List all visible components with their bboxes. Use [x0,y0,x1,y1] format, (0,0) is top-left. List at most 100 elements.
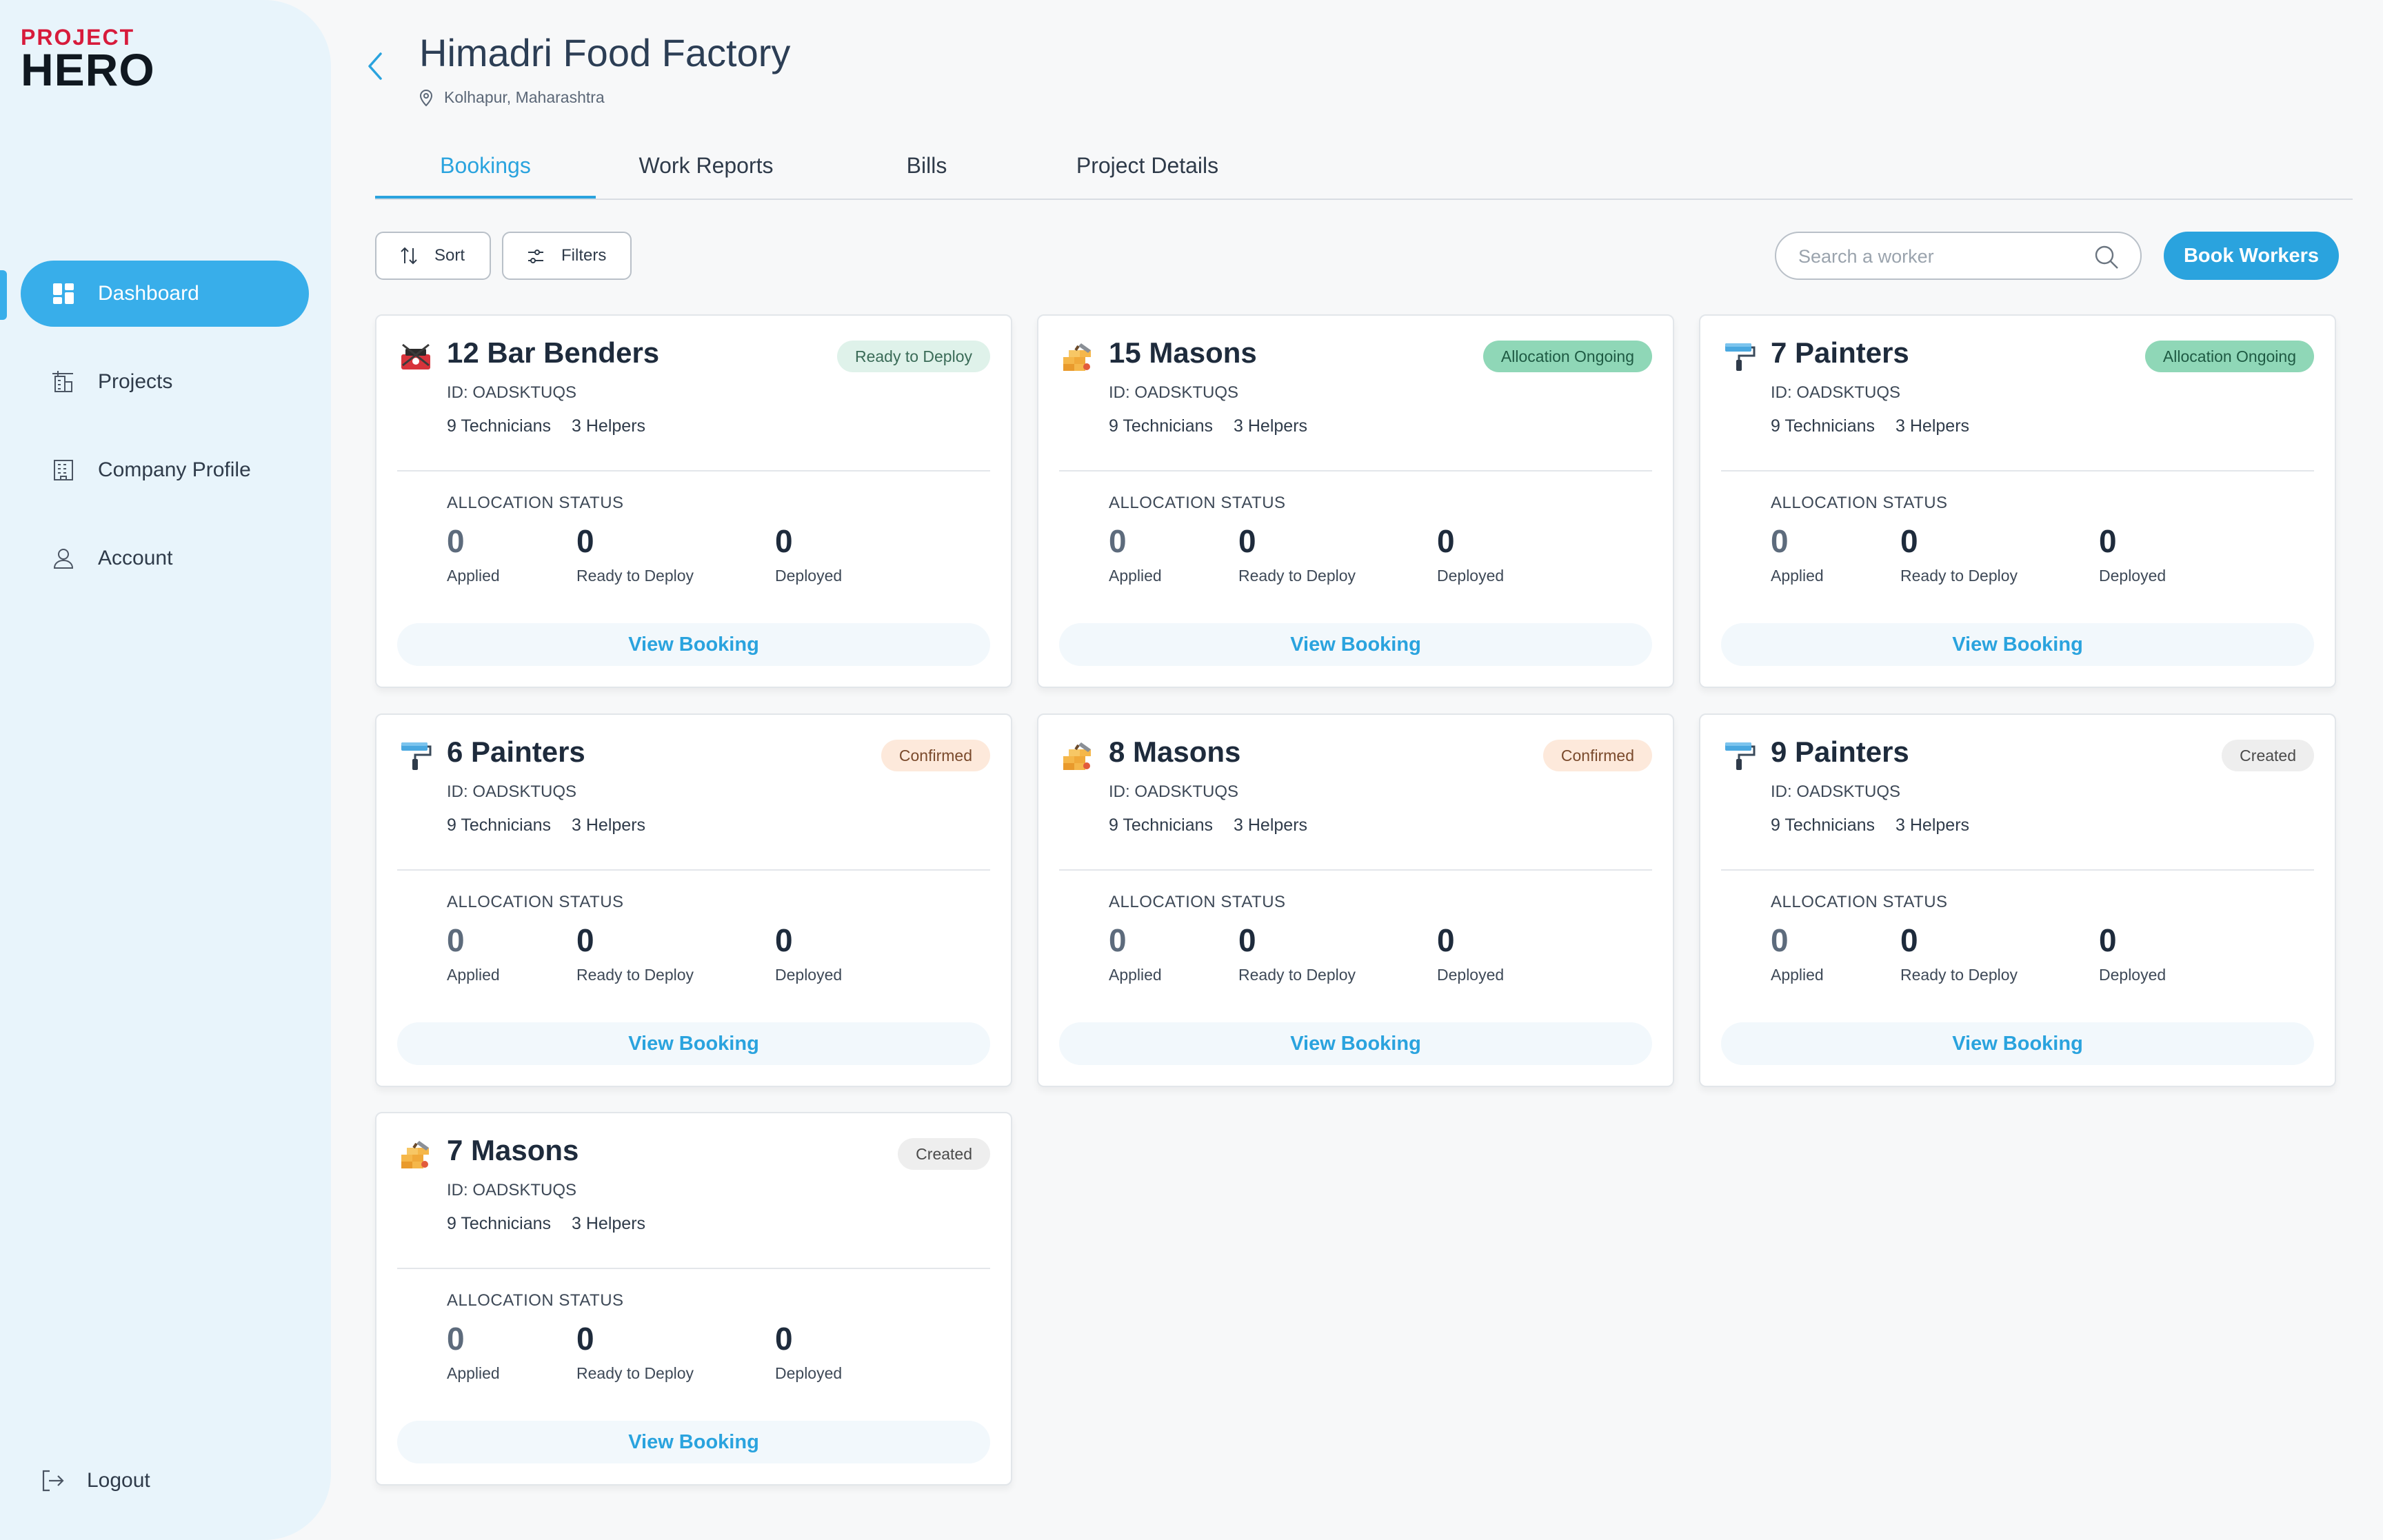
filters-button[interactable]: Filters [502,232,632,280]
booking-meta: 9 Technicians 3 Helpers [447,416,645,436]
stat-ready: 0 Ready to Deploy [1238,523,1356,585]
mason-icon [1060,339,1095,374]
booking-title: 8 Masons [1109,736,1241,768]
ready-count: 0 [576,1321,594,1357]
card-divider [397,470,990,472]
view-booking-button[interactable]: View Booking [1059,623,1652,666]
helpers-count: 3 Helpers [1896,416,1970,436]
page-title: Himadri Food Factory [419,31,791,74]
booking-card[interactable]: 7 Masons Created ID: OADSKTUQS 9 Technician… [375,1112,1012,1486]
search-input[interactable] [1797,241,2089,272]
dashboard-icon [51,281,76,306]
ready-label: Ready to Deploy [1238,966,1356,984]
booking-card[interactable]: 6 Painters Confirmed ID: OADSKTUQS 9 Techni… [375,713,1012,1087]
status-badge: Confirmed [1542,740,1652,771]
location-pin-icon [418,89,434,107]
status-badge: Allocation Ongoing [2144,341,2314,372]
technicians-count: 9 Technicians [447,815,552,835]
tab-project-details[interactable]: Project Details [1037,153,1258,197]
helpers-count: 3 Helpers [572,1214,646,1233]
view-booking-button[interactable]: View Booking [1721,623,2314,666]
status-badge: Confirmed [881,740,990,771]
ready-count: 0 [576,922,594,958]
booking-meta: 9 Technicians 3 Helpers [1771,416,1969,436]
view-booking-button[interactable]: View Booking [397,1421,990,1463]
deployed-label: Deployed [2099,567,2166,585]
helpers-count: 3 Helpers [1896,815,1970,835]
brand-logo[interactable]: PROJECT HERO [21,26,155,92]
mason-icon [399,1137,433,1171]
applied-label: Applied [1771,966,1824,984]
stat-deployed: 0 Deployed [775,922,842,984]
ready-count: 0 [1900,523,1918,559]
ready-label: Ready to Deploy [576,567,694,585]
stat-applied: 0 Applied [1771,523,1824,585]
bar-bender-icon [399,339,433,374]
technicians-count: 9 Technicians [447,416,552,436]
status-badge: Created [898,1138,990,1170]
painter-icon [1722,339,1757,374]
sidebar-item-label: Account [98,547,173,569]
booking-id: ID: OADSKTUQS [447,1181,577,1199]
tab-bookings[interactable]: Bookings [375,153,596,197]
deployed-label: Deployed [1437,567,1505,585]
stat-deployed: 0 Deployed [2099,922,2166,984]
sort-button[interactable]: Sort [375,232,491,280]
applied-label: Applied [1109,567,1162,585]
deployed-count: 0 [1437,922,1455,958]
card-divider [397,1268,990,1269]
sidebar-item-account[interactable]: Account [21,525,309,591]
booking-card[interactable]: 9 Painters Created ID: OADSKTUQS 9 Technici… [1699,713,2336,1087]
booking-id: ID: OADSKTUQS [447,383,577,402]
deployed-label: Deployed [2099,966,2166,984]
location-text: Kolhapur, Maharashtra [444,88,605,106]
applied-label: Applied [447,1364,500,1382]
search-icon[interactable] [2093,244,2120,270]
booking-card[interactable]: 8 Masons Confirmed ID: OADSKTUQS 9 Technici… [1037,713,1674,1087]
logout-button[interactable]: Logout [40,1468,150,1493]
sidebar-nav: Dashboard Projects Company Profile Accou… [21,261,309,614]
tab-bar: Bookings Work Reports Bills Project Deta… [375,146,2353,200]
applied-count: 0 [1771,922,1789,958]
applied-label: Applied [1771,567,1824,585]
allocation-status-label: ALLOCATION STATUS [447,494,624,512]
deployed-count: 0 [775,1321,793,1357]
ready-count: 0 [1238,523,1256,559]
booking-card[interactable]: 12 Bar Benders Ready to Deploy ID: OADSKTU… [375,314,1012,688]
deployed-label: Deployed [775,1364,843,1382]
sidebar-item-projects[interactable]: Projects [21,349,309,415]
booking-title: 12 Bar Benders [447,336,660,369]
booking-card[interactable]: 15 Masons Allocation Ongoing ID: OADSKTUQS… [1037,314,1674,688]
tab-work-reports[interactable]: Work Reports [596,153,816,197]
tab-bills[interactable]: Bills [816,153,1037,197]
stat-ready: 0 Ready to Deploy [1900,922,2018,984]
deployed-count: 0 [775,922,793,958]
view-booking-button[interactable]: View Booking [1721,1022,2314,1065]
applied-count: 0 [1109,523,1127,559]
booking-title: 7 Masons [447,1134,579,1166]
applied-label: Applied [447,966,500,984]
view-booking-button[interactable]: View Booking [1059,1022,1652,1065]
painter-icon [1722,738,1757,773]
account-icon [51,546,76,571]
back-button[interactable] [363,47,388,85]
sidebar-item-company-profile[interactable]: Company Profile [21,437,309,503]
view-booking-button[interactable]: View Booking [397,623,990,666]
card-divider [397,869,990,871]
stat-deployed: 0 Deployed [2099,523,2166,585]
allocation-status-label: ALLOCATION STATUS [1771,494,1948,512]
booking-card[interactable]: 7 Painters Allocation Ongoing ID: OADSKTUQ… [1699,314,2336,688]
card-divider [1059,470,1652,472]
deployed-count: 0 [775,523,793,559]
search-box [1775,232,2142,280]
deployed-count: 0 [2099,922,2117,958]
book-workers-button[interactable]: Book Workers [2164,232,2339,280]
sidebar-item-dashboard[interactable]: Dashboard [21,261,309,327]
logout-icon [40,1468,65,1493]
mason-icon [1060,738,1095,773]
projects-icon [51,369,76,394]
sidebar-item-label: Projects [98,370,173,393]
logout-label: Logout [87,1469,150,1492]
view-booking-button[interactable]: View Booking [397,1022,990,1065]
stat-applied: 0 Applied [1109,922,1162,984]
